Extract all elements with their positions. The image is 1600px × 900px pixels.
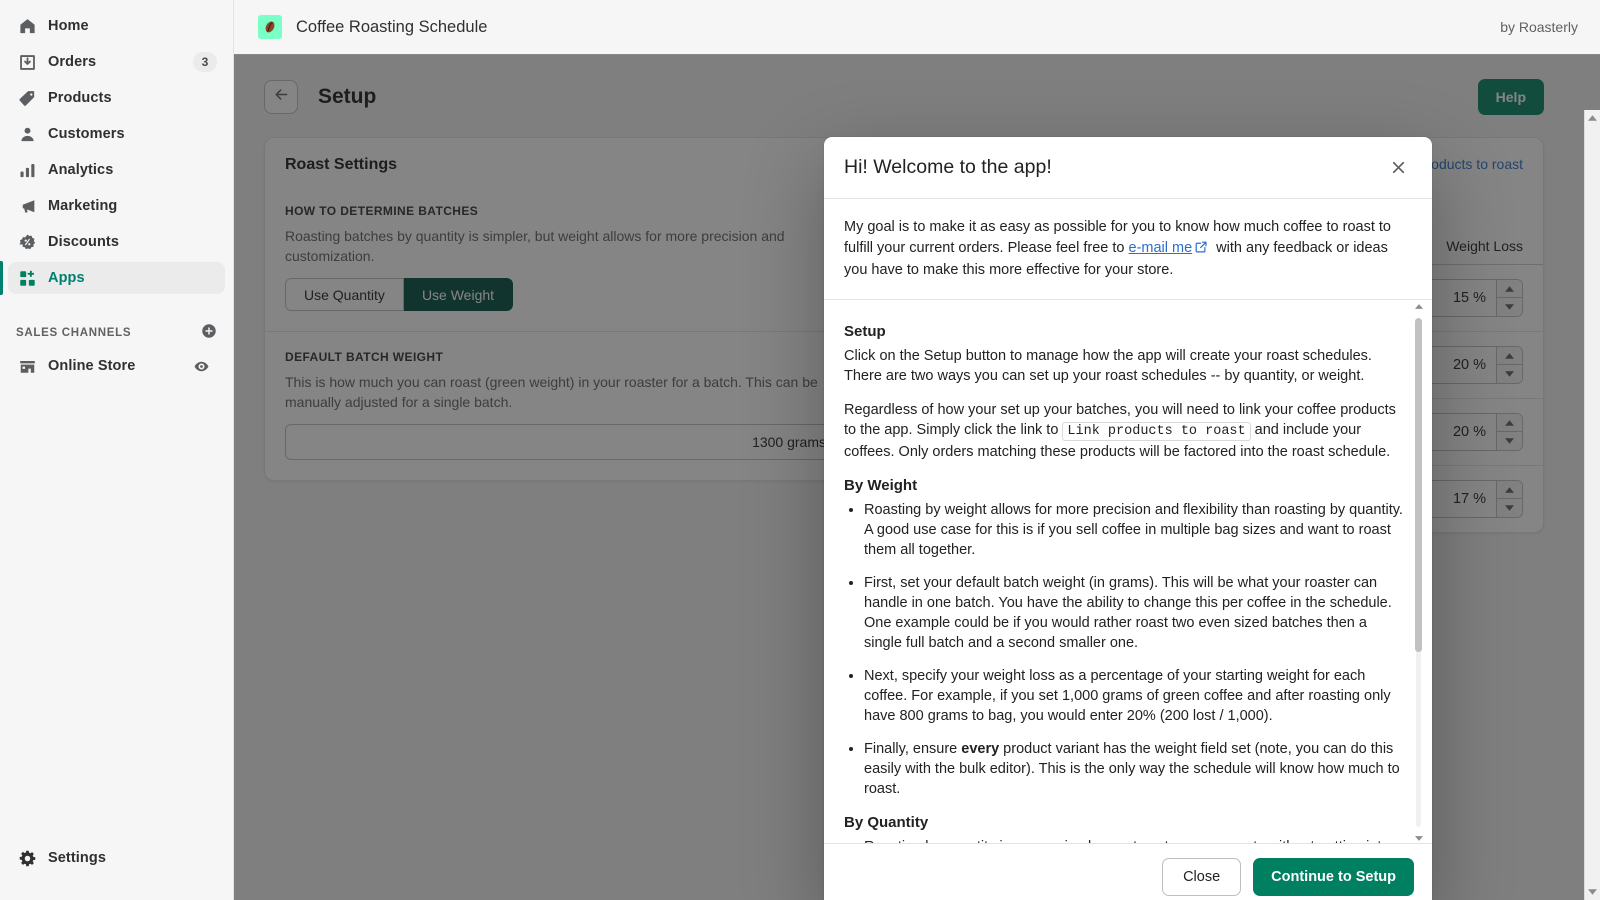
content-wrapper: Setup Help Roast Settings HOW TO DETERMI… bbox=[234, 55, 1600, 900]
link-products-to-roast-code: Link products to roast bbox=[1062, 422, 1250, 441]
sidebar: Home Orders 3 Products bbox=[0, 0, 234, 900]
modal-scrollbar[interactable] bbox=[1414, 304, 1423, 841]
sidebar-item-orders[interactable]: Orders 3 bbox=[8, 46, 225, 78]
sidebar-item-label: Customers bbox=[48, 126, 125, 142]
list-item: Roasting by weight allows for more preci… bbox=[864, 500, 1404, 560]
sidebar-item-label: Apps bbox=[48, 270, 85, 286]
modal-intro: My goal is to make it as easy as possibl… bbox=[824, 199, 1432, 300]
gear-icon bbox=[16, 848, 38, 868]
section-heading-setup: Setup bbox=[844, 322, 1404, 342]
email-me-link[interactable]: e-mail me bbox=[1129, 240, 1193, 256]
scroll-down-arrow-icon[interactable] bbox=[1585, 884, 1600, 900]
section-heading-by-weight: By Weight bbox=[844, 476, 1404, 496]
modal-scroll-up-arrow-icon[interactable] bbox=[1414, 304, 1423, 309]
sales-channels-title: SALES CHANNELS bbox=[16, 327, 131, 339]
scroll-up-arrow-icon[interactable] bbox=[1585, 110, 1600, 126]
tag-icon bbox=[16, 88, 38, 108]
app-window: Home Orders 3 Products bbox=[0, 0, 1600, 900]
sales-channels-header: SALES CHANNELS bbox=[0, 316, 233, 350]
plus-circle-icon[interactable] bbox=[201, 323, 217, 344]
orders-inbox-icon bbox=[16, 52, 38, 72]
by-weight-bullet-list: Roasting by weight allows for more preci… bbox=[844, 500, 1404, 799]
list-item: Finally, ensure every product variant ha… bbox=[864, 739, 1404, 799]
sidebar-item-settings[interactable]: Settings bbox=[8, 842, 225, 874]
sidebar-item-discounts[interactable]: Discounts bbox=[8, 226, 225, 258]
sidebar-item-label: Settings bbox=[48, 850, 106, 866]
continue-to-setup-button[interactable]: Continue to Setup bbox=[1253, 858, 1414, 896]
section-heading-by-quantity: By Quantity bbox=[844, 813, 1404, 833]
sidebar-item-customers[interactable]: Customers bbox=[8, 118, 225, 150]
sidebar-item-analytics[interactable]: Analytics bbox=[8, 154, 225, 186]
discount-badge-icon bbox=[16, 232, 38, 252]
sidebar-item-marketing[interactable]: Marketing bbox=[8, 190, 225, 222]
sales-channels-list: Online Store bbox=[0, 350, 233, 386]
apps-grid-plus-icon bbox=[16, 268, 38, 288]
close-button[interactable]: Close bbox=[1162, 858, 1241, 896]
sidebar-item-label: Orders bbox=[48, 54, 96, 70]
person-icon bbox=[16, 124, 38, 144]
sidebar-item-apps[interactable]: Apps bbox=[8, 262, 225, 294]
orders-badge: 3 bbox=[193, 52, 217, 72]
setup-paragraph-2: Regardless of how your set up your batch… bbox=[844, 400, 1404, 462]
modal-scroll-down-arrow-icon[interactable] bbox=[1414, 836, 1423, 841]
bar-chart-icon bbox=[16, 160, 38, 180]
eye-icon[interactable] bbox=[186, 356, 217, 376]
modal-footer: Close Continue to Setup bbox=[824, 843, 1432, 900]
main-area: Coffee Roasting Schedule by Roasterly Se… bbox=[234, 0, 1600, 900]
list-item: First, set your default batch weight (in… bbox=[864, 573, 1404, 653]
app-topbar: Coffee Roasting Schedule by Roasterly bbox=[234, 0, 1600, 55]
bullet-last-bold: every bbox=[961, 741, 999, 757]
megaphone-icon bbox=[16, 196, 38, 216]
app-title: Coffee Roasting Schedule bbox=[296, 18, 487, 37]
home-icon bbox=[16, 16, 38, 36]
welcome-modal: Hi! Welcome to the app! My goal is to ma… bbox=[824, 137, 1432, 900]
list-item: Roasting by quantity is a very simple wa… bbox=[864, 837, 1404, 843]
sidebar-item-products[interactable]: Products bbox=[8, 82, 225, 114]
sidebar-item-label: Home bbox=[48, 18, 89, 34]
sidebar-item-online-store[interactable]: Online Store bbox=[8, 350, 225, 382]
close-icon[interactable] bbox=[1382, 152, 1414, 184]
storefront-icon bbox=[16, 356, 38, 376]
app-byline: by Roasterly bbox=[1500, 19, 1578, 35]
modal-header: Hi! Welcome to the app! bbox=[824, 137, 1432, 199]
sidebar-item-label: Discounts bbox=[48, 234, 119, 250]
sidebar-item-label: Marketing bbox=[48, 198, 117, 214]
sidebar-item-label: Online Store bbox=[48, 358, 135, 374]
sidebar-nav: Home Orders 3 Products bbox=[0, 0, 233, 298]
modal-title: Hi! Welcome to the app! bbox=[844, 156, 1052, 179]
external-link-icon bbox=[1195, 239, 1207, 260]
scrollbar-thumb[interactable] bbox=[1415, 318, 1422, 652]
sidebar-footer: Settings bbox=[0, 842, 233, 900]
setup-paragraph-1: Click on the Setup button to manage how … bbox=[844, 346, 1404, 386]
modal-body[interactable]: Setup Click on the Setup button to manag… bbox=[824, 300, 1432, 843]
page-scrollbar[interactable] bbox=[1584, 110, 1600, 900]
sidebar-item-label: Products bbox=[48, 90, 112, 106]
bullet-last-pre: Finally, ensure bbox=[864, 741, 961, 757]
coffee-bean-icon bbox=[258, 15, 282, 39]
sidebar-item-label: Analytics bbox=[48, 162, 113, 178]
list-item: Next, specify your weight loss as a perc… bbox=[864, 666, 1404, 726]
sidebar-item-home[interactable]: Home bbox=[8, 10, 225, 42]
by-quantity-bullet-list: Roasting by quantity is a very simple wa… bbox=[844, 837, 1404, 843]
